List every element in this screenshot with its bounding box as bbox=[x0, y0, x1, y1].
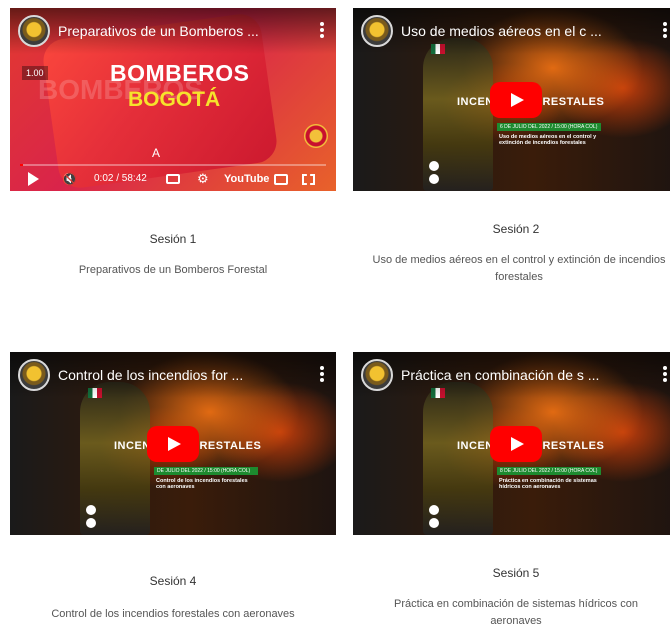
session-label: Sesión 4 bbox=[149, 574, 197, 588]
poster-subtitle: Uso de medios aéreos en el control y ext… bbox=[499, 134, 599, 146]
video-title[interactable]: Preparativos de un Bomberos ... bbox=[58, 23, 296, 39]
poster-talk-title: Práctica en combinación de sistemas hídr… bbox=[499, 478, 597, 490]
poster-date: 6 DE JULIO DEL 2022 / 15:00 (HORA COL) bbox=[500, 124, 598, 130]
progress-fill bbox=[20, 164, 24, 166]
brand-title-line2: BOGOTÁ bbox=[128, 88, 221, 111]
poster-subtitle: Práctica en combinación de sistemas hídr… bbox=[499, 478, 599, 490]
channel-avatar-icon[interactable] bbox=[18, 15, 50, 47]
more-vert-icon[interactable] bbox=[663, 366, 667, 382]
speed-badge: 1.00 bbox=[22, 66, 48, 80]
video-player-4[interactable]: INCENDIOS FORESTALES 8 DE JULIO DEL 2022… bbox=[353, 352, 670, 535]
poster-date-bar: 8 DE JULIO DEL 2022 / 15:00 (HORA COL) bbox=[497, 467, 601, 475]
video-header: Control de los incendios for ... bbox=[10, 352, 336, 398]
brand-title-line1: BOMBEROS bbox=[110, 60, 250, 86]
session-description: Control de los incendios forestales con … bbox=[51, 608, 295, 620]
video-player-3[interactable]: INCENDIOS FORESTALES DE JULIO DEL 2022 /… bbox=[10, 352, 336, 535]
bomberos-seal-icon bbox=[304, 124, 328, 148]
video-card-3: INCENDIOS FORESTALES DE JULIO DEL 2022 /… bbox=[10, 352, 336, 627]
facebook-icon bbox=[86, 505, 96, 515]
poster-date-bar: DE JULIO DEL 2022 / 15:00 (HORA COL) bbox=[154, 467, 258, 475]
poster-date: 8 DE JULIO DEL 2022 / 15:00 (HORA COL) bbox=[500, 468, 598, 474]
instagram-icon bbox=[86, 518, 96, 528]
video-title[interactable]: Práctica en combinación de s ... bbox=[401, 367, 639, 383]
channel-avatar-icon[interactable] bbox=[361, 359, 393, 391]
video-card-1: BOMBEROS BOMBEROS BOGOTÁ 1.00 A Preparat… bbox=[10, 8, 336, 288]
session-description: Preparativos de un Bomberos Forestal bbox=[78, 264, 268, 276]
poster-date-bar: 6 DE JULIO DEL 2022 / 15:00 (HORA COL) bbox=[497, 123, 601, 131]
channel-avatar-icon[interactable] bbox=[361, 15, 393, 47]
captions-icon[interactable] bbox=[166, 174, 180, 184]
poster-subtitle: Control de los incendios forestales con … bbox=[156, 478, 256, 490]
poster-date: DE JULIO DEL 2022 / 15:00 (HORA COL) bbox=[157, 468, 251, 474]
cast-icon[interactable] bbox=[274, 174, 288, 185]
session-description: Uso de medios aéreos en el control y ext… bbox=[372, 254, 666, 283]
video-card-2: INCENDIOS FORESTALES 6 DE JULIO DEL 2022… bbox=[353, 8, 670, 298]
gear-icon[interactable]: ⚙ bbox=[197, 172, 209, 186]
caption-text: A bbox=[152, 146, 161, 160]
play-button-icon[interactable] bbox=[490, 426, 542, 462]
video-header: Uso de medios aéreos en el c ... bbox=[353, 8, 670, 54]
play-button-icon[interactable] bbox=[147, 426, 199, 462]
video-card-4: INCENDIOS FORESTALES 8 DE JULIO DEL 2022… bbox=[353, 352, 670, 631]
more-vert-icon[interactable] bbox=[320, 366, 324, 382]
more-vert-icon[interactable] bbox=[663, 22, 667, 38]
video-title[interactable]: Control de los incendios for ... bbox=[58, 367, 296, 383]
time-display: 0:02 / 58:42 bbox=[94, 173, 147, 184]
video-player-1[interactable]: BOMBEROS BOMBEROS BOGOTÁ 1.00 A Preparat… bbox=[10, 8, 336, 191]
video-title[interactable]: Uso de medios aéreos en el c ... bbox=[401, 23, 639, 39]
poster-talk-title: Control de los incendios forestales con … bbox=[156, 478, 248, 490]
session-description: Práctica en combinación de sistemas hídr… bbox=[394, 598, 638, 627]
play-icon[interactable] bbox=[28, 172, 40, 186]
play-button-icon[interactable] bbox=[490, 82, 542, 118]
facebook-icon bbox=[429, 161, 439, 171]
youtube-logo[interactable]: YouTube bbox=[224, 172, 269, 186]
session-label: Sesión 2 bbox=[492, 222, 540, 236]
video-header: Práctica en combinación de s ... bbox=[353, 352, 670, 398]
video-player-2[interactable]: INCENDIOS FORESTALES 6 DE JULIO DEL 2022… bbox=[353, 8, 670, 191]
instagram-icon bbox=[429, 174, 439, 184]
mute-icon[interactable]: 🔇 bbox=[62, 172, 78, 186]
session-label: Sesión 5 bbox=[492, 566, 540, 580]
facebook-icon bbox=[429, 505, 439, 515]
more-vert-icon[interactable] bbox=[320, 22, 324, 38]
video-header: Preparativos de un Bomberos ... bbox=[10, 8, 336, 54]
channel-avatar-icon[interactable] bbox=[18, 359, 50, 391]
instagram-icon bbox=[429, 518, 439, 528]
session-label: Sesión 1 bbox=[149, 232, 197, 246]
progress-bar[interactable] bbox=[20, 164, 326, 166]
fullscreen-icon[interactable] bbox=[302, 174, 315, 185]
player-controls: 🔇 0:02 / 58:42 ⚙ YouTube bbox=[10, 167, 336, 191]
poster-talk-title: Uso de medios aéreos en el control y ext… bbox=[499, 134, 597, 146]
